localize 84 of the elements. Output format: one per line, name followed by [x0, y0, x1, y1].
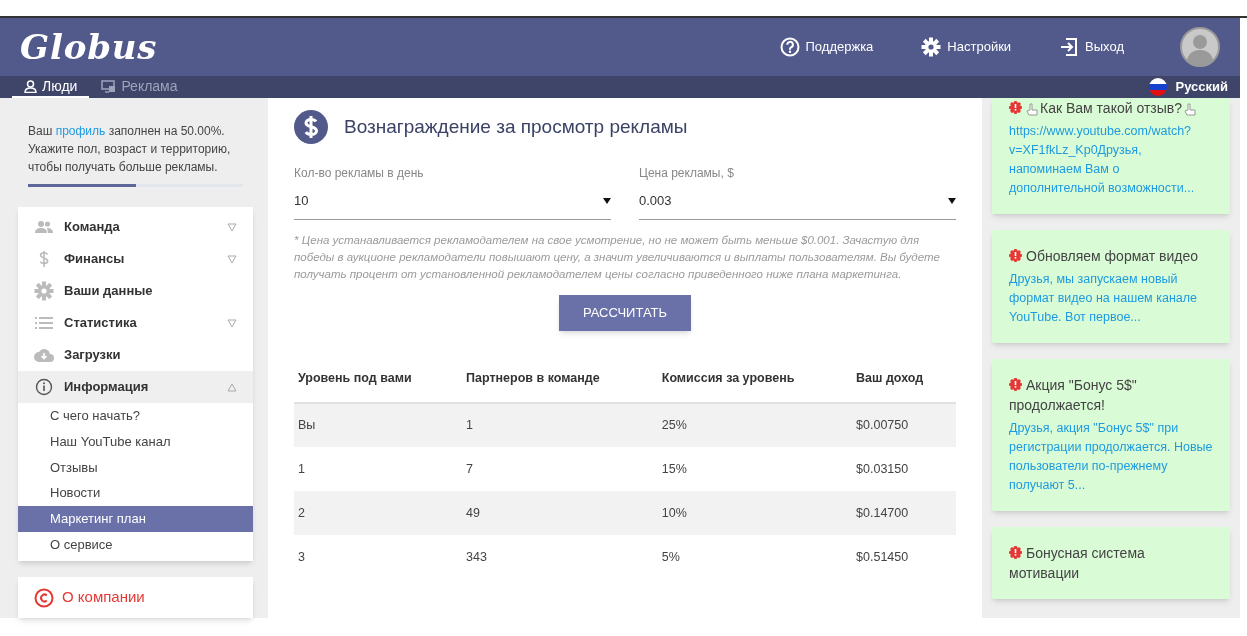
menu-item-label: Загрузки: [64, 346, 122, 365]
dollar-icon: [38, 250, 50, 269]
help-icon: [779, 37, 800, 57]
news-card[interactable]: Бонусная система мотивации: [992, 527, 1230, 599]
table-cell: 15%: [657, 447, 853, 491]
submenu-item[interactable]: О сервисе: [18, 531, 253, 558]
avatar-icon[interactable]: [1180, 27, 1220, 67]
dollar-icon: [294, 110, 328, 144]
tab[interactable]: Люди: [12, 76, 90, 98]
submenu-item[interactable]: Наш YouTube канал: [18, 428, 253, 455]
column-header: Уровень под вами: [294, 355, 462, 403]
tab[interactable]: Реклама: [89, 76, 190, 98]
select-field[interactable]: 10: [294, 190, 611, 220]
news-title: Акция "Бонус 5$" продолжается!: [1009, 376, 1138, 415]
alert-icon: [1009, 101, 1022, 114]
table-cell: 7: [462, 447, 658, 491]
info-icon: [35, 378, 53, 397]
logo[interactable]: Globus: [20, 21, 158, 73]
news-card[interactable]: Обновляем формат видео Друзья, мы запускаем новый формат видео на нашем канале YouTube. Вот первое...: [992, 230, 1230, 343]
pointing-hand-icon: [1026, 102, 1038, 116]
column-header: Комиссия за уровень: [657, 355, 853, 403]
header-link[interactable]: Выход: [1059, 37, 1124, 57]
settings-icon: [921, 37, 942, 57]
calculate-button[interactable]: РАССЧИТАТЬ: [558, 295, 692, 331]
screen-icon: [101, 79, 117, 93]
dropdown-arrow-icon: [948, 197, 956, 204]
table-cell: $0.14700: [852, 491, 956, 535]
table-cell: 343: [462, 535, 658, 579]
pointing-hand-icon: [1184, 102, 1196, 116]
about-link[interactable]: О компании: [62, 586, 145, 609]
table-cell: 25%: [657, 403, 853, 447]
alert-icon: [1009, 546, 1022, 559]
table-cell: $0.00750: [852, 403, 956, 447]
column-header: Партнеров в команде: [462, 355, 658, 403]
page-title: Вознаграждение за просмотр рекламы: [344, 114, 688, 139]
people-icon: [35, 220, 53, 235]
person-icon: [24, 79, 37, 93]
column-header: Ваш доход: [852, 355, 956, 403]
list-icon: [35, 317, 53, 330]
header-link[interactable]: Настройки: [921, 37, 1012, 57]
menu-item[interactable]: Статистика: [18, 307, 253, 340]
field-label: Цена рекламы, $: [639, 165, 735, 182]
logout-icon: [1059, 37, 1080, 57]
news-card[interactable]: Акция "Бонус 5$" продолжается! Друзья, акция "Бонус 5$" при регистрации продолжается. Новые пользователи по-прежнему получают 5...: [992, 359, 1230, 511]
news-title: Как Вам такой отзыв?: [1009, 98, 1213, 118]
table-cell: 1: [294, 447, 462, 491]
table-cell: 10%: [657, 491, 853, 535]
header-link[interactable]: Поддержка: [779, 37, 874, 57]
menu-item-label: Финансы: [64, 250, 126, 269]
alert-icon: [1009, 378, 1022, 391]
menu-item[interactable]: Ваши данные: [18, 275, 253, 308]
table-cell: 3: [294, 535, 462, 579]
field-label: Кол-во рекламы в день: [294, 165, 425, 182]
note-text: * Цена устанавливается рекламодателем на свое усмотрение, но не может быть меньше $0.001. Зачастую для победы в аукционе рекламодатели повышают цену, а значит увеличиваются и выплаты пользователям. Вы будете получать процент от установленной рекламодателем цены согласно приведенного ниже плана маркетинга.: [294, 233, 941, 282]
table-cell: 2: [294, 491, 462, 535]
table-cell: 49: [462, 491, 658, 535]
alert-icon: [1009, 249, 1022, 262]
gear-icon: [34, 281, 54, 302]
cloud-download-icon: [34, 348, 54, 363]
profile-completion-text: Ваш профиль заполнен на 50.00%. Укажите пол, возраст и территорию, чтобы получать больше рекламы.: [27, 123, 232, 176]
menu-item-label: Информация: [64, 378, 150, 397]
flag-icon: [1149, 78, 1168, 96]
news-title: Бонусная система мотивации: [1009, 544, 1146, 583]
table-cell: 5%: [657, 535, 853, 579]
copyright-icon: [34, 587, 54, 608]
menu-item[interactable]: Финансы: [18, 243, 253, 276]
menu-item-label: Ваши данные: [64, 282, 154, 301]
news-card[interactable]: Как Вам такой отзыв? https://www.youtube.com/watch?v=XF1fkLz_Kp0Друзья, напоминаем Вам о дополнительной возможности...: [992, 98, 1230, 214]
submenu-item[interactable]: Новости: [18, 480, 253, 506]
menu-item[interactable]: Загрузки: [18, 339, 253, 372]
news-title: Обновляем формат видео: [1009, 246, 1213, 266]
menu-item[interactable]: Команда: [18, 211, 253, 244]
language-selector[interactable]: Русский: [1175, 77, 1228, 97]
submenu-item[interactable]: Маркетинг план: [18, 505, 253, 532]
table-cell: 1: [462, 403, 658, 447]
select-field[interactable]: 0.003: [639, 190, 956, 220]
menu-item-label: Статистика: [64, 314, 138, 333]
dropdown-arrow-icon: [603, 197, 611, 204]
menu-item-label: Команда: [64, 218, 121, 237]
table-cell: Вы: [294, 403, 462, 447]
submenu-item[interactable]: С чего начать?: [18, 403, 253, 429]
submenu-item[interactable]: Отзывы: [18, 454, 253, 481]
table-cell: $0.51450: [852, 535, 956, 579]
table-cell: $0.03150: [852, 447, 956, 491]
